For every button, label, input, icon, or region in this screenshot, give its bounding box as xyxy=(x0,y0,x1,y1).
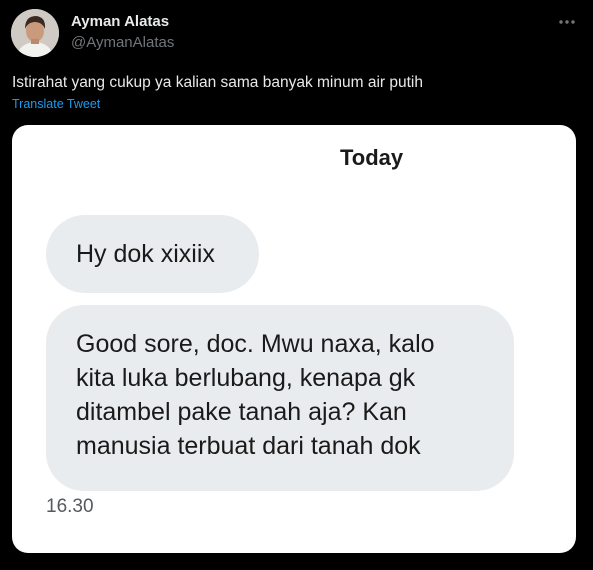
avatar[interactable] xyxy=(11,9,59,57)
tweet: Ayman Alatas @AymanAlatas Istirahat yang… xyxy=(0,0,593,570)
author-display-name[interactable]: Ayman Alatas xyxy=(71,13,169,30)
avatar-photo-icon xyxy=(11,9,59,57)
more-horizontal-icon xyxy=(559,20,575,24)
chat-date-header: Today xyxy=(340,145,404,170)
tweet-text: Istirahat yang cukup ya kalian sama bany… xyxy=(12,74,423,91)
chat-message-bubble: Hy dok xixiix xyxy=(46,215,259,293)
author-handle[interactable]: @AymanAlatas xyxy=(71,34,174,51)
chat-message-bubble: Good sore, doc. Mwu naxa, kalo kita luka… xyxy=(46,305,514,491)
more-options-button[interactable] xyxy=(552,9,582,35)
chat-message-time: 16.30 xyxy=(46,496,94,517)
tweet-media-image[interactable]: Today Hy dok xixiix Good sore, doc. Mwu … xyxy=(12,125,576,553)
translate-tweet-link[interactable]: Translate Tweet xyxy=(12,97,100,111)
